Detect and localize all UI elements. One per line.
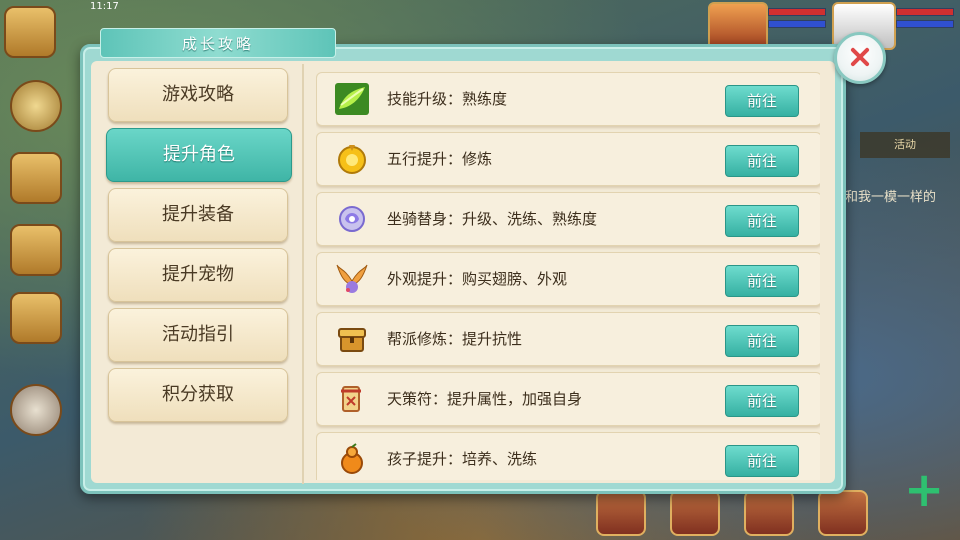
list-item: 天策符：提升属性，加强自身 前往 <box>316 372 820 426</box>
child-gourd-icon <box>341 443 363 474</box>
list-item: 技能升级：熟练度 前往 <box>316 72 820 126</box>
bg-activity-tab[interactable]: 活动 <box>860 132 950 158</box>
mount-orb-icon <box>339 206 365 232</box>
row-label: 孩子提升：培养、洗练 <box>387 450 538 468</box>
go-button[interactable]: 前往 <box>725 325 799 357</box>
ranking-icon[interactable] <box>10 292 62 344</box>
row-label: 五行提升：修炼 <box>387 150 493 168</box>
pet-hp-bar <box>768 8 826 16</box>
bg-hint-text: 和我一模一样的 <box>845 190 937 205</box>
wings-icon <box>336 264 368 293</box>
bottom-button-1[interactable] <box>596 490 646 536</box>
row-label: 坐骑替身：升级、洗练、熟练度 <box>387 210 598 228</box>
go-button[interactable]: 前往 <box>725 265 799 297</box>
skill-leaf-icon <box>335 83 369 115</box>
go-button[interactable]: 前往 <box>725 385 799 417</box>
pet-mp-bar <box>768 20 826 28</box>
menu-item-activity-guide[interactable]: 活动指引 <box>108 308 288 362</box>
go-button[interactable]: 前往 <box>725 205 799 237</box>
bottom-button-3[interactable] <box>744 490 794 536</box>
go-button[interactable]: 前往 <box>725 445 799 477</box>
expand-plus-icon[interactable]: + <box>904 466 944 514</box>
go-button[interactable]: 前往 <box>725 85 799 117</box>
panel-divider <box>302 64 304 484</box>
menu-item-improve-pet[interactable]: 提升宠物 <box>108 248 288 302</box>
menu-item-improve-character[interactable]: 提升角色 <box>106 128 292 182</box>
menu-item-improve-equipment[interactable]: 提升装备 <box>108 188 288 242</box>
player-mp-bar <box>896 20 954 28</box>
panel-title: 成长攻略 <box>181 35 254 53</box>
menu-item-game-guide[interactable]: 游戏攻略 <box>108 68 288 122</box>
guide-list: 技能升级：熟练度 前往 五行提升：修炼 前往 坐骑替身：升级、洗练、熟练度 前往… <box>316 70 820 480</box>
panel-title-banner: 成长攻略 <box>100 28 336 58</box>
player-hp-bar <box>896 8 954 16</box>
row-label: 外观提升：购买翅膀、外观 <box>387 270 568 288</box>
bottom-button-2[interactable] <box>670 490 720 536</box>
close-button[interactable] <box>834 32 886 84</box>
collapse-arrow-icon[interactable] <box>10 80 62 132</box>
guild-chest-icon <box>338 328 366 352</box>
row-label: 帮派修炼：提升抗性 <box>387 330 523 348</box>
scroll-talisman-icon <box>341 386 361 412</box>
five-elements-icon <box>338 145 366 174</box>
list-item: 帮派修炼：提升抗性 前往 <box>316 312 820 366</box>
status-time: 11:17 <box>90 1 119 12</box>
row-label: 技能升级：熟练度 <box>387 90 508 108</box>
list-item: 坐骑替身：升级、洗练、熟练度 前往 <box>316 192 820 246</box>
list-item: 孩子提升：培养、洗练 前往 <box>316 432 820 480</box>
pet-avatar[interactable] <box>708 2 768 50</box>
chat-icon[interactable] <box>10 384 62 436</box>
trumpet-icon[interactable] <box>10 152 62 204</box>
go-button[interactable]: 前往 <box>725 145 799 177</box>
bottom-button-4[interactable] <box>818 490 868 536</box>
row-label: 天策符：提升属性，加强自身 <box>387 390 583 408</box>
gift-icon[interactable] <box>10 224 62 276</box>
map-icon[interactable] <box>4 6 56 58</box>
menu-item-points[interactable]: 积分获取 <box>108 368 288 422</box>
list-item: 外观提升：购买翅膀、外观 前往 <box>316 252 820 306</box>
list-item: 五行提升：修炼 前往 <box>316 132 820 186</box>
